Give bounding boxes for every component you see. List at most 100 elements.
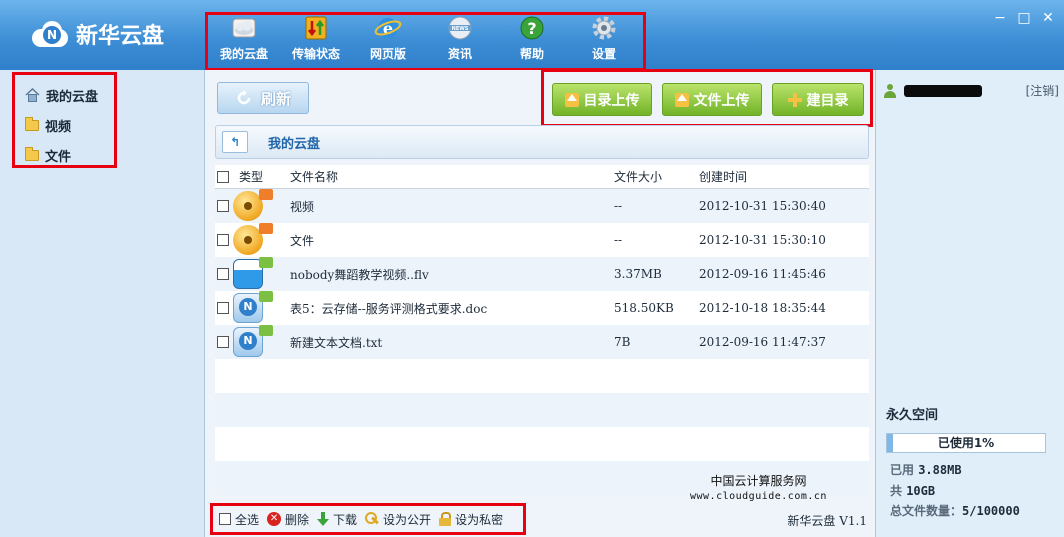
private-badge-icon	[259, 189, 273, 200]
nav-label: 帮助	[519, 47, 544, 61]
table-row[interactable]: 视频 -- 2012-10-31 15:30:40	[215, 189, 869, 223]
total-label: 共	[890, 484, 903, 498]
file-size: 7B	[614, 335, 631, 349]
upload-file-button[interactable]: 文件上传	[662, 83, 762, 116]
used-value: 3.88MB	[918, 463, 962, 477]
new-directory-label: 建目录	[806, 92, 849, 109]
header-type: 类型	[239, 170, 264, 184]
set-private-button[interactable]: 设为私密	[439, 511, 503, 528]
upload-icon	[564, 92, 579, 107]
file-size: --	[614, 233, 623, 247]
file-time: 2012-09-16 11:47:37	[699, 335, 826, 349]
set-private-label: 设为私密	[455, 512, 504, 527]
minimize-button[interactable]: −	[992, 10, 1008, 26]
row-checkbox[interactable]	[217, 234, 229, 246]
table-row[interactable]: 文件 -- 2012-10-31 15:30:10	[215, 223, 869, 257]
transfer-icon	[305, 16, 327, 40]
file-name[interactable]: nobody舞蹈教学视频..flv	[290, 266, 614, 283]
count-label: 总文件数量：	[890, 504, 963, 518]
sidebar-item-video[interactable]: 视频	[25, 110, 114, 140]
file-name[interactable]: 表5：云存储--服务评测格式要求.doc	[290, 300, 614, 317]
back-button[interactable]: ↰	[222, 131, 248, 153]
file-name[interactable]: 视频	[290, 198, 614, 215]
header-name[interactable]: 文件名称	[290, 168, 614, 185]
nav-settings[interactable]: 设置	[568, 15, 640, 68]
download-button[interactable]: 下载	[317, 511, 357, 528]
row-checkbox[interactable]	[217, 336, 229, 348]
nav-transfer-status[interactable]: 传输状态	[280, 15, 352, 68]
watermark-line1: 中国云计算服务网	[710, 474, 807, 488]
sidebar-item-my-cloud[interactable]: 我的云盘	[25, 80, 114, 110]
row-checkbox[interactable]	[217, 302, 229, 314]
table-row[interactable]: 新建文本文档.txt 7B 2012-09-16 11:47:37	[215, 325, 869, 359]
select-all-header-checkbox[interactable]	[217, 170, 229, 183]
upload-icon	[674, 92, 689, 107]
empty-row	[215, 393, 869, 427]
storage-progress: 已使用1%	[886, 433, 1046, 453]
app-logo: N 新华云盘	[30, 18, 164, 50]
breadcrumb-current[interactable]: 我的云盘	[268, 133, 320, 152]
select-all-button[interactable]: 全选	[217, 511, 259, 528]
table-row[interactable]: nobody舞蹈教学视频..flv 3.37MB 2012-09-16 11:4…	[215, 257, 869, 291]
news-icon: NEWS	[448, 16, 472, 40]
file-table: 类型 文件名称 文件大小 创建时间 视频 -- 2012-10-31 15:30…	[215, 165, 869, 495]
row-checkbox[interactable]	[217, 268, 229, 280]
used-stat: 已用 3.88MB	[890, 461, 962, 478]
delete-label: 删除	[285, 512, 310, 527]
set-public-button[interactable]: 设为公开	[365, 511, 431, 528]
refresh-button[interactable]: 刷新	[217, 82, 309, 114]
download-label: 下载	[333, 512, 358, 527]
table-header: 类型 文件名称 文件大小 创建时间	[215, 165, 869, 189]
total-stat: 共 10GB	[890, 482, 935, 499]
refresh-label: 刷新	[260, 89, 291, 108]
empty-row	[215, 427, 869, 461]
upload-directory-label: 目录上传	[583, 92, 640, 109]
new-directory-button[interactable]: 建目录	[772, 83, 864, 116]
file-size: 518.50KB	[614, 301, 674, 315]
table-row[interactable]: 表5：云存储--服务评测格式要求.doc 518.50KB 2012-10-18…	[215, 291, 869, 325]
lock-icon	[439, 512, 452, 526]
folder-icon	[25, 146, 39, 161]
file-time: 2012-10-31 15:30:40	[699, 199, 826, 213]
file-name[interactable]: 新建文本文档.txt	[290, 334, 614, 351]
header-size[interactable]: 文件大小	[614, 168, 699, 185]
select-all-label: 全选	[235, 512, 260, 527]
delete-button[interactable]: ✕ 删除	[267, 511, 309, 528]
nav-help[interactable]: ? 帮助	[496, 15, 568, 68]
home-icon	[25, 88, 40, 102]
file-time: 2012-10-18 18:35:44	[699, 301, 826, 315]
account-panel: [注销] 永久空间 已使用1% 已用 3.88MB 共 10GB 总文件数量：5…	[875, 70, 1064, 537]
space-title: 永久空间	[886, 408, 939, 423]
file-name[interactable]: 文件	[290, 232, 614, 249]
close-button[interactable]: ✕	[1040, 10, 1056, 26]
svg-text:?: ?	[527, 19, 536, 38]
set-public-label: 设为公开	[383, 512, 432, 527]
maximize-button[interactable]: □	[1016, 10, 1032, 26]
upload-file-label: 文件上传	[693, 92, 750, 109]
upload-actions: 目录上传 文件上传 建目录	[541, 69, 873, 127]
app-title: 新华云盘	[76, 24, 165, 49]
help-icon: ?	[520, 16, 544, 40]
upload-directory-button[interactable]: 目录上传	[552, 83, 652, 116]
file-time: 2012-10-31 15:30:10	[699, 233, 826, 247]
select-all-checkbox[interactable]	[219, 513, 231, 525]
nav-news[interactable]: NEWS 资讯	[424, 15, 496, 68]
sidebar-item-label: 我的云盘	[46, 89, 99, 105]
total-value: 10GB	[906, 484, 936, 498]
batch-actions: 全选 ✕ 删除 下载 设为公开 设为私密	[210, 503, 526, 535]
cloud-logo-icon: N	[30, 19, 70, 49]
nav-web-version[interactable]: e 网页版	[352, 15, 424, 68]
nav-label: 设置	[591, 47, 616, 61]
file-size: 3.37MB	[614, 267, 662, 281]
logout-link[interactable]: [注销]	[1026, 82, 1059, 99]
header-time[interactable]: 创建时间	[699, 168, 849, 185]
folder-icon	[25, 116, 39, 131]
main-panel: 刷新 目录上传 文件上传 建目录 ↰ 我的云盘 类型 文件名称 文件大小 创建时…	[205, 69, 875, 537]
sidebar-item-files[interactable]: 文件	[25, 140, 114, 170]
used-label: 已用	[890, 463, 915, 477]
window-controls: − □ ✕	[992, 10, 1056, 26]
nav-my-cloud[interactable]: 我的云盘	[208, 15, 280, 68]
username-redacted	[904, 84, 982, 97]
row-checkbox[interactable]	[217, 200, 229, 212]
cloud-drive-icon	[232, 18, 256, 38]
